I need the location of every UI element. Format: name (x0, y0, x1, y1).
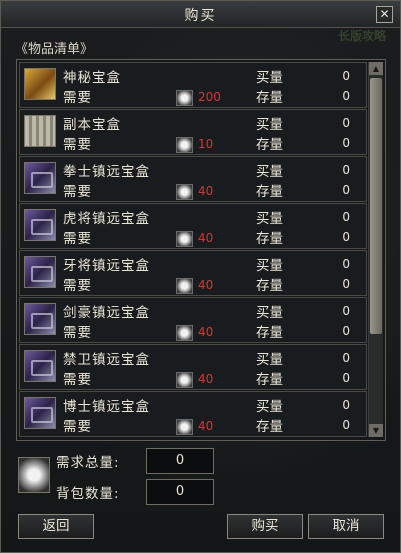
total-quantity-label: 需求总量: (56, 455, 120, 471)
item-cost: 40 (198, 372, 214, 386)
stock-quantity-label: 存量 (256, 231, 283, 247)
stock-quantity-label: 存量 (256, 372, 283, 388)
gold-treasure-icon (24, 68, 56, 100)
buy-quantity-label: 买量 (256, 117, 283, 133)
purple-chest-icon (24, 350, 56, 382)
item-list: 神秘宝盒 需要 200 买量 存量 0 0 副本宝盒 需要 10 买量 存量 0 0 拳士镇远宝盒 需要 40 买… (16, 59, 386, 441)
stock-quantity-value: 0 (342, 371, 350, 385)
item-cost: 40 (198, 184, 214, 198)
item-name: 拳士镇远宝盒 (63, 164, 150, 180)
gem-cost-icon (176, 231, 193, 247)
item-cost: 40 (198, 278, 214, 292)
stock-quantity-value: 0 (342, 418, 350, 432)
buy-quantity-value[interactable]: 0 (342, 398, 350, 412)
purple-chest-icon (24, 303, 56, 335)
gem-cost-icon (176, 184, 193, 200)
list-item[interactable]: 副本宝盒需要 10 买量存量 0 0 (19, 109, 367, 155)
need-label: 需要 (63, 372, 92, 388)
item-cost: 40 (198, 231, 214, 245)
stock-quantity-value: 0 (342, 136, 350, 150)
stock-quantity-value: 0 (342, 183, 350, 197)
item-cost: 40 (198, 325, 214, 339)
cancel-button[interactable]: 取消 (308, 514, 384, 539)
purchase-window: 购买 ✕ 长版攻略 《物品清单》 神秘宝盒 需要 200 买量 存量 0 0 副本宝盒 需要 10… (0, 0, 401, 553)
list-item[interactable]: 博士镇远宝盒 需要 40 买量存量 0 0 (19, 391, 367, 437)
item-name: 剑豪镇远宝盒 (63, 305, 150, 321)
scroll-down-icon[interactable]: ▼ (369, 424, 383, 437)
need-label: 需要 (63, 184, 92, 200)
purple-chest-icon (24, 256, 56, 288)
bag-quantity-label: 背包数量: (56, 486, 120, 502)
stock-quantity-value: 0 (342, 230, 350, 244)
item-name: 禁卫镇远宝盒 (63, 352, 150, 368)
item-name: 牙将镇远宝盒 (63, 258, 150, 274)
item-cost: 10 (198, 137, 214, 151)
item-name: 博士镇远宝盒 (63, 399, 150, 415)
list-item[interactable]: 禁卫镇远宝盒 需要 40 买量存量 0 0 (19, 344, 367, 390)
stock-quantity-label: 存量 (256, 137, 283, 153)
close-icon[interactable]: ✕ (376, 6, 393, 23)
back-button[interactable]: 返回 (18, 514, 94, 539)
list-item[interactable]: 拳士镇远宝盒 需要 40 买量存量 0 0 (19, 156, 367, 202)
item-list-title: 《物品清单》 (15, 42, 94, 57)
buy-quantity-label: 买量 (256, 305, 283, 321)
buy-quantity-value[interactable]: 0 (342, 257, 350, 271)
gem-cost-icon (176, 325, 193, 341)
buy-quantity-value[interactable]: 0 (342, 351, 350, 365)
need-label: 需要 (63, 231, 92, 247)
list-item[interactable]: 虎将镇远宝盒 需要 40 买量存量 0 0 (19, 203, 367, 249)
buy-quantity-label: 买量 (256, 164, 283, 180)
buy-quantity-value[interactable]: 0 (342, 163, 350, 177)
scrollbar-thumb[interactable] (370, 78, 382, 334)
list-item[interactable]: 剑豪镇远宝盒 需要 40 买量存量 0 0 (19, 297, 367, 343)
buy-button[interactable]: 购买 (227, 514, 303, 539)
list-item[interactable]: 神秘宝盒需要 200 买量存量 0 0 (19, 62, 367, 108)
buy-quantity-label: 买量 (256, 399, 283, 415)
gem-cost-icon (176, 278, 193, 294)
list-scrollbar[interactable]: ▲ ▼ (368, 62, 383, 437)
window-title: 购买 (184, 8, 217, 24)
need-label: 需要 (63, 278, 92, 294)
background-text: 长版攻略 (337, 29, 386, 43)
stock-quantity-value: 0 (342, 324, 350, 338)
buy-quantity-value[interactable]: 0 (342, 210, 350, 224)
stock-quantity-label: 存量 (256, 325, 283, 341)
gem-cost-icon (176, 419, 193, 435)
bag-quantity-field: 0 (146, 479, 214, 505)
need-label: 需要 (63, 137, 92, 153)
stock-quantity-label: 存量 (256, 90, 283, 106)
item-cost: 200 (198, 90, 221, 104)
stock-quantity-label: 存量 (256, 419, 283, 435)
item-name: 虎将镇远宝盒 (63, 211, 150, 227)
item-name: 副本宝盒 (63, 117, 121, 133)
stock-quantity-value: 0 (342, 277, 350, 291)
stock-quantity-label: 存量 (256, 278, 283, 294)
need-label: 需要 (63, 90, 92, 106)
item-name: 神秘宝盒 (63, 70, 121, 86)
scroll-up-icon[interactable]: ▲ (369, 62, 383, 75)
title-bar[interactable]: 购买 ✕ (1, 1, 400, 28)
buy-quantity-label: 买量 (256, 211, 283, 227)
buy-quantity-value[interactable]: 0 (342, 304, 350, 318)
stock-quantity-label: 存量 (256, 184, 283, 200)
buy-quantity-label: 买量 (256, 352, 283, 368)
total-quantity-field: 0 (146, 448, 214, 474)
gem-cost-icon (176, 137, 193, 153)
need-label: 需要 (63, 325, 92, 341)
stock-quantity-value: 0 (342, 89, 350, 103)
white-chest-icon (24, 115, 56, 147)
purple-chest-icon (24, 209, 56, 241)
list-item[interactable]: 牙将镇远宝盒 需要 40 买量存量 0 0 (19, 250, 367, 296)
purple-chest-icon (24, 397, 56, 429)
currency-gem-icon (18, 457, 50, 493)
need-label: 需要 (63, 419, 92, 435)
gem-cost-icon (176, 90, 193, 106)
buy-quantity-label: 买量 (256, 258, 283, 274)
buy-quantity-value[interactable]: 0 (342, 116, 350, 130)
purple-chest-icon (24, 162, 56, 194)
buy-quantity-label: 买量 (256, 70, 283, 86)
gem-cost-icon (176, 372, 193, 388)
item-cost: 40 (198, 419, 214, 433)
buy-quantity-value[interactable]: 0 (342, 69, 350, 83)
